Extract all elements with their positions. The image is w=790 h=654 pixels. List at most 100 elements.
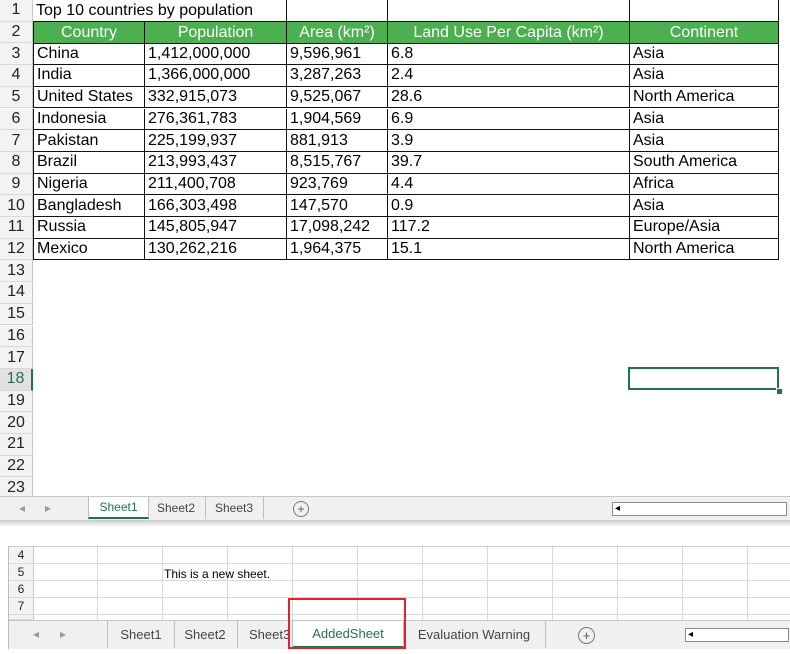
cell-population[interactable]: 213,993,437 [145,151,287,174]
cell-land-use[interactable]: 15.1 [388,238,630,261]
cell-f1[interactable] [629,0,779,22]
cell-continent[interactable]: South America [630,151,779,174]
tab-sheet2[interactable]: Sheet2 [173,621,238,648]
header-country[interactable]: Country [33,22,145,44]
cell-land-use[interactable]: 6.9 [388,108,630,131]
cell-continent[interactable]: North America [630,238,779,261]
row-header[interactable]: 7 [9,598,34,615]
cell-area[interactable]: 9,596,961 [287,43,388,66]
cell-land-use[interactable]: 6.8 [388,43,630,66]
cell-land-use[interactable]: 3.9 [388,130,630,152]
cell-area[interactable]: 147,570 [287,195,388,217]
cell-land-use[interactable]: 0.9 [388,195,630,217]
row-header[interactable]: 16 [0,325,33,348]
cell-country[interactable]: Indonesia [33,108,145,131]
cell-land-use[interactable]: 28.6 [388,86,630,109]
nav-left-icon[interactable]: ◂ [19,501,25,515]
row-header[interactable]: 13 [0,260,33,283]
row-header[interactable]: 7 [0,130,33,152]
row-header[interactable]: 18 [0,368,33,391]
cell-land-use[interactable]: 2.4 [388,65,630,87]
cell-population[interactable]: 211,400,708 [145,173,287,196]
cell-land-use[interactable]: 39.7 [388,151,630,174]
row-header[interactable]: 4 [0,65,33,87]
cell-country[interactable]: Brazil [33,151,145,174]
cell-country[interactable]: Pakistan [33,130,145,152]
row-header[interactable]: 11 [0,217,33,239]
tab-sheet2[interactable]: Sheet2 [147,497,206,519]
nav-right-icon[interactable]: ▸ [45,501,51,515]
header-land-use[interactable]: Land Use Per Capita (km²) [388,22,630,44]
cell-continent[interactable]: Europe/Asia [630,217,779,239]
tab-sheet1[interactable]: Sheet1 [107,621,175,648]
cell-area[interactable]: 881,913 [287,130,388,152]
cell-land-use[interactable]: 117.2 [388,217,630,239]
row-header[interactable]: 6 [9,581,34,598]
cell-population[interactable]: 1,412,000,000 [145,43,287,66]
nav-left-icon[interactable]: ◂ [33,627,39,641]
cell-continent[interactable]: Asia [630,195,779,217]
row-header[interactable]: 5 [0,86,33,109]
cell-country[interactable]: Mexico [33,238,145,261]
cell-area[interactable]: 923,769 [287,173,388,196]
cell-area[interactable]: 9,525,067 [287,86,388,109]
row-header[interactable]: 15 [0,303,33,326]
row-header[interactable]: 20 [0,412,33,434]
tab-sheet3[interactable]: Sheet3 [237,621,293,648]
row-header[interactable]: 1 [0,0,33,22]
cell-land-use[interactable]: 4.4 [388,173,630,196]
scroll-left-icon[interactable]: ◂ [615,503,620,514]
cell-continent[interactable]: Asia [630,130,779,152]
cell-area[interactable]: 1,964,375 [287,238,388,261]
cell-e1[interactable] [387,0,629,22]
add-sheet-icon[interactable]: + [578,627,595,644]
row-header[interactable]: 4 [9,547,34,564]
cell-continent[interactable]: Africa [630,173,779,196]
header-area[interactable]: Area (km²) [287,22,388,44]
cell-population[interactable]: 1,366,000,000 [145,65,287,87]
cell-population[interactable]: 276,361,783 [145,108,287,131]
selected-cell-f18[interactable] [628,367,779,390]
horizontal-scrollbar[interactable]: ◂ [612,502,787,516]
row-header[interactable]: 2 [0,21,33,44]
cell-population[interactable]: 225,199,937 [145,130,287,152]
nav-right-icon[interactable]: ▸ [60,627,66,641]
row-header[interactable]: 3 [0,43,33,66]
header-continent[interactable]: Continent [630,22,779,44]
tab-evaluation-warning[interactable]: Evaluation Warning [403,621,546,648]
cell-country[interactable]: China [33,43,145,66]
cell-population[interactable]: 332,915,073 [145,86,287,109]
tab-sheet3[interactable]: Sheet3 [205,497,264,519]
cell-population[interactable]: 166,303,498 [145,195,287,217]
row-header[interactable]: 14 [0,282,33,304]
cell-area[interactable]: 1,904,569 [287,108,388,131]
add-sheet-icon[interactable]: + [293,501,309,517]
cell-continent[interactable]: Asia [630,43,779,66]
cell-d1[interactable] [286,0,387,22]
cell-country[interactable]: Russia [33,217,145,239]
row-header[interactable]: 19 [0,390,33,413]
cell-country[interactable]: United States [33,86,145,109]
row-header[interactable]: 6 [0,108,33,131]
cell-continent[interactable]: Asia [630,65,779,87]
row-header[interactable]: 22 [0,455,33,478]
cell-area[interactable]: 8,515,767 [287,151,388,174]
cell-country[interactable]: Nigeria [33,173,145,196]
header-population[interactable]: Population [145,22,287,44]
row-header[interactable]: 12 [0,238,33,261]
row-header[interactable]: 5 [9,564,34,581]
title-cell[interactable]: Top 10 countries by population [33,0,286,22]
fill-handle[interactable] [776,388,783,395]
new-sheet-cell-text[interactable]: This is a new sheet. [164,567,270,581]
row-header[interactable]: 21 [0,434,33,456]
row-header[interactable]: 10 [0,195,33,217]
cell-population[interactable]: 145,805,947 [145,217,287,239]
cell-area[interactable]: 17,098,242 [287,217,388,239]
row-header[interactable]: 9 [0,173,33,196]
cell-continent[interactable]: Asia [630,108,779,131]
cell-area[interactable]: 3,287,263 [287,65,388,87]
cell-country[interactable]: India [33,65,145,87]
tab-sheet1[interactable]: Sheet1 [88,497,149,519]
row-header[interactable]: 17 [0,347,33,369]
horizontal-scrollbar[interactable]: ◂ [685,628,789,642]
